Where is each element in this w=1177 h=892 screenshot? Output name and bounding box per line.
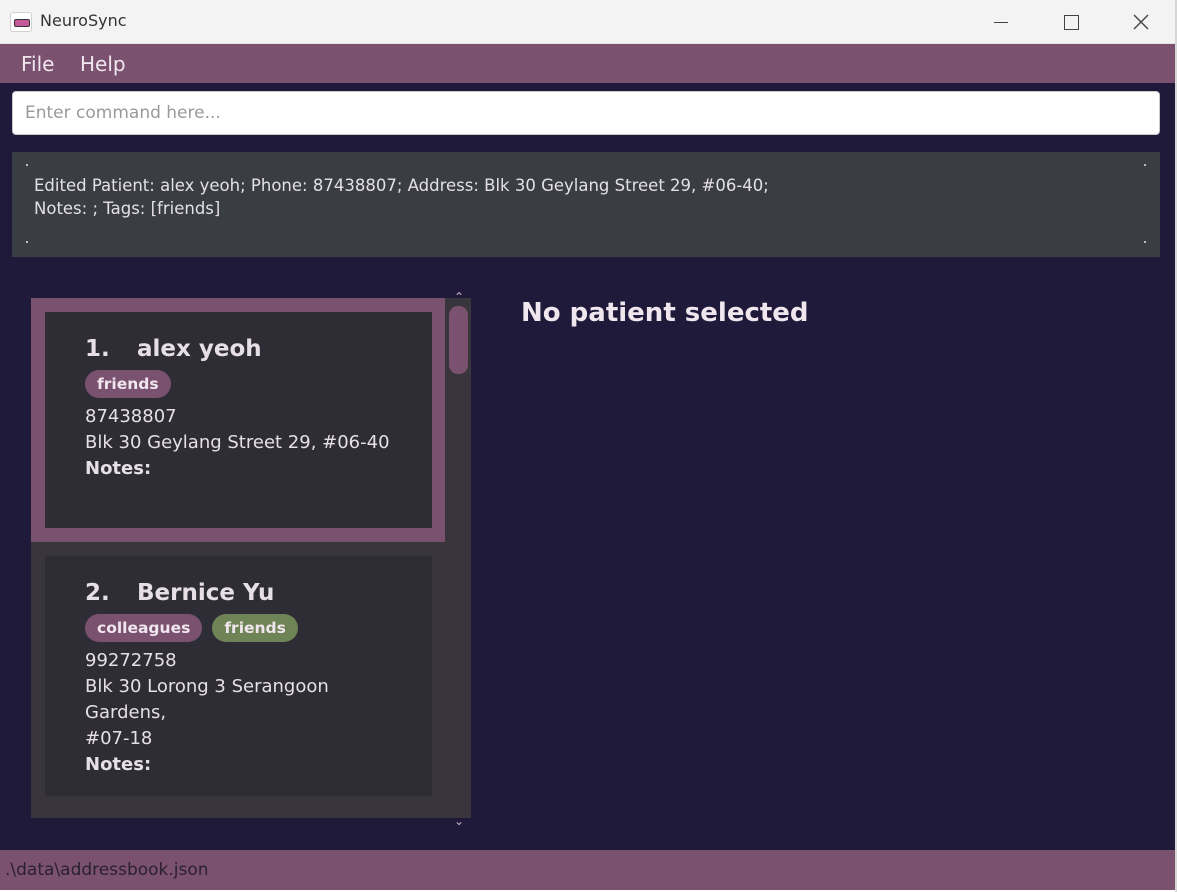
tag-list: friends [85,370,392,398]
result-display: Edited Patient: alex yeoh; Phone: 874388… [12,152,1160,257]
corner-dot [26,241,28,243]
close-button[interactable] [1106,0,1176,44]
title-bar: NeuroSync [0,0,1177,44]
detail-empty-message: No patient selected [521,298,809,328]
file-path: .\data\addressbook.json [5,860,209,880]
menu-help[interactable]: Help [80,52,126,76]
patient-notes-label: Notes: [85,458,152,479]
corner-dot [26,164,28,166]
patient-header: 2. Bernice Yu [85,580,392,606]
main-window: Edited Patient: alex yeoh; Phone: 874388… [0,83,1175,850]
tag: friends [85,370,171,398]
menu-file[interactable]: File [21,52,54,76]
minimize-icon [994,21,1008,23]
patient-header: 1. alex yeoh [85,336,392,362]
patient-index: 2. [85,580,110,606]
patient-address: Blk 30 Geylang Street 29, #06-40 [85,432,390,453]
result-text-line-2: Notes: ; Tags: [friends] [34,199,221,218]
close-icon [1133,14,1149,30]
maximize-button[interactable] [1036,0,1106,44]
scroll-thumb[interactable] [449,306,468,374]
corner-dot [1144,241,1146,243]
window-title: NeuroSync [40,11,127,30]
patient-name: Bernice Yu [137,580,275,606]
tag: colleagues [85,614,203,642]
patient-index: 1. [85,336,110,362]
minimize-button[interactable] [966,0,1036,44]
tag: friends [212,614,298,642]
app-icon [10,12,32,32]
patient-name: alex yeoh [137,336,262,362]
command-input[interactable] [12,91,1160,135]
patient-phone: 99272758 [85,650,177,671]
result-text-line-1: Edited Patient: alex yeoh; Phone: 874388… [34,176,769,195]
status-bar: .\data\addressbook.json [0,850,1175,890]
list-scrollbar[interactable]: ⌃ ⌄ [447,290,471,828]
patient-card[interactable]: 1. alex yeoh friends 87438807 Blk 30 Gey… [45,312,432,528]
chevron-up-icon[interactable]: ⌃ [447,290,471,304]
corner-dot [1144,164,1146,166]
patient-address-line-1: Blk 30 Lorong 3 Serangoon Gardens, [85,676,329,723]
patient-phone: 87438807 [85,406,177,427]
menu-bar: File Help [0,44,1177,83]
patient-card[interactable]: 2. Bernice Yu colleagues friends 9927275… [45,556,432,796]
patient-notes-label: Notes: [85,754,152,775]
tag-list: colleagues friends [85,614,392,642]
chevron-down-icon[interactable]: ⌄ [447,814,471,828]
maximize-icon [1063,14,1079,30]
patient-list[interactable]: 1. alex yeoh friends 87438807 Blk 30 Gey… [31,298,471,818]
patient-address-line-2: #07-18 [85,728,153,749]
